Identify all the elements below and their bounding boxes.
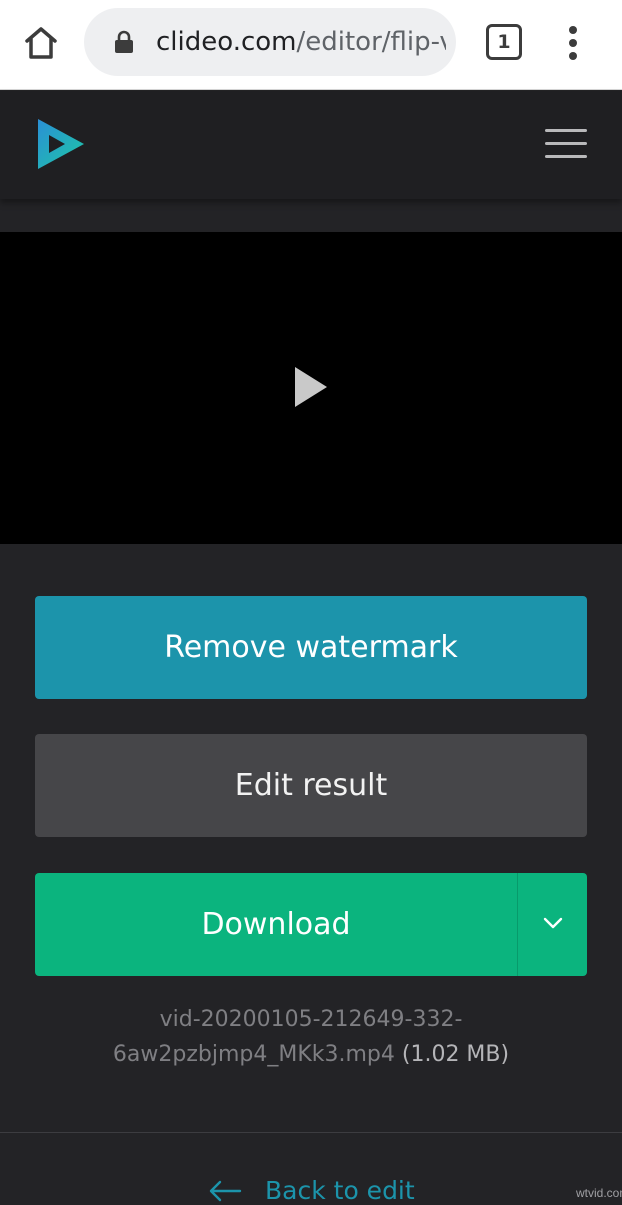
file-name-part2: 6aw2pzbjmp4_MKk3.mp4 [112,1042,395,1067]
url-text: clideo.com/editor/flip-v [156,24,446,60]
chevron-down-icon [543,917,563,929]
download-options-button[interactable] [518,873,587,976]
file-name-line2: 6aw2pzbjmp4_MKk3.mp4 (1.02 MB) [60,1037,562,1072]
url-path: /editor/flip-v [296,27,447,57]
watermark-text: wtvid.com [576,1186,622,1200]
url-domain: clideo.com [156,27,297,57]
edit-result-button[interactable]: Edit result [35,734,587,837]
back-to-edit-link[interactable]: Back to edit [208,1172,438,1205]
file-info: vid-20200105-212649-332- 6aw2pzbjmp4_MKk… [60,1002,562,1072]
download-button[interactable]: Download [35,873,517,976]
arrow-left-icon [209,1180,242,1202]
play-icon[interactable] [294,366,328,408]
remove-watermark-button[interactable]: Remove watermark [35,596,587,699]
file-name-line1: vid-20200105-212649-332- [159,1007,463,1032]
clideo-logo-icon[interactable] [34,117,86,171]
site-header [0,91,622,199]
file-size: (1.02 MB) [401,1042,510,1067]
address-bar[interactable]: clideo.com/editor/flip-v [84,8,456,76]
tabs-icon[interactable]: 1 [486,24,522,60]
back-to-edit-label: Back to edit [265,1176,415,1205]
browser-toolbar: clideo.com/editor/flip-v 1 [0,0,622,90]
download-button-group: Download [35,873,587,976]
hamburger-icon[interactable] [545,129,589,161]
lock-icon [114,30,134,54]
section-divider [0,1132,622,1133]
home-icon[interactable] [22,24,60,62]
more-vert-icon[interactable] [563,24,583,62]
